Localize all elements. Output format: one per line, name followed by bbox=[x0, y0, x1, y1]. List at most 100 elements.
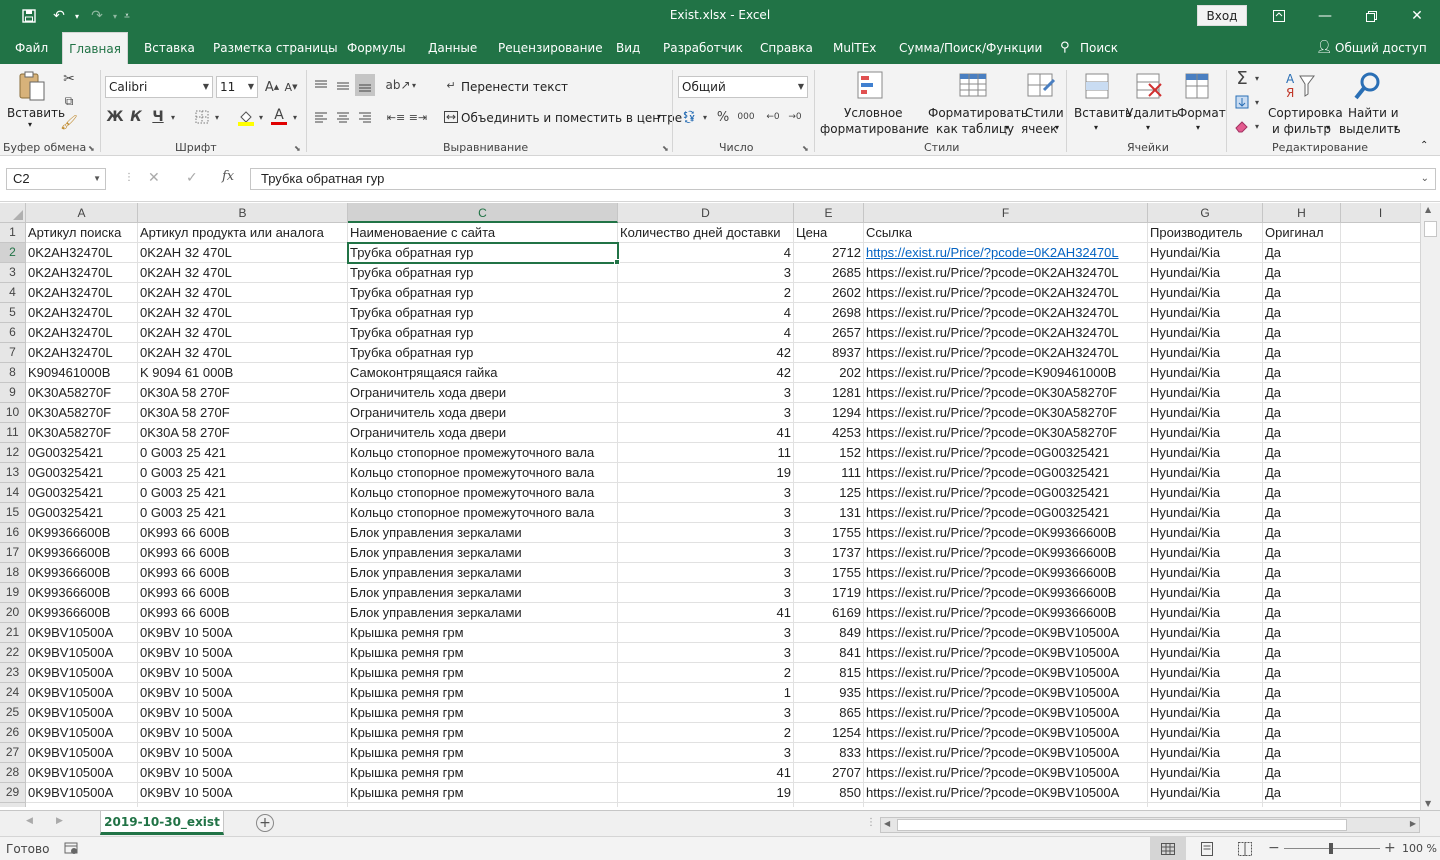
table-cell[interactable]: https://exist.ru/Price/?pcode=0K2AH32470… bbox=[864, 283, 1148, 303]
row-header[interactable]: 9 bbox=[0, 383, 26, 403]
table-cell[interactable]: Hyundai/Kia bbox=[1148, 383, 1263, 403]
align-right-icon[interactable] bbox=[357, 108, 373, 126]
column-header-d[interactable]: D bbox=[618, 203, 794, 223]
increase-font-icon[interactable]: A ▲ bbox=[264, 78, 280, 96]
table-cell[interactable]: Hyundai/Kia bbox=[1148, 683, 1263, 703]
table-cell[interactable]: https://exist.ru/Price/?pcode=0K9BV10500… bbox=[864, 723, 1148, 743]
table-cell[interactable]: 3 bbox=[618, 743, 794, 763]
table-cell[interactable]: Hyundai/Kia bbox=[1148, 743, 1263, 763]
table-cell[interactable]: Да bbox=[1263, 323, 1341, 343]
table-cell[interactable]: Да bbox=[1263, 383, 1341, 403]
table-cell[interactable]: Hyundai/Kia bbox=[1148, 783, 1263, 803]
table-cell[interactable]: https://exist.ru/Price/?pcode=0K9BV10500… bbox=[864, 643, 1148, 663]
table-cell[interactable]: 152 bbox=[794, 443, 864, 463]
tab-review[interactable]: Рецензирование bbox=[498, 32, 603, 64]
table-cell[interactable] bbox=[1341, 343, 1420, 363]
table-cell[interactable]: 0K2AH32470L bbox=[26, 283, 138, 303]
orientation-dropdown-icon[interactable]: ▾ bbox=[409, 76, 419, 94]
table-cell[interactable]: 0K2AH32470L bbox=[26, 243, 138, 263]
tab-insert[interactable]: Вставка bbox=[144, 32, 195, 64]
table-cell[interactable]: Hyundai/Kia bbox=[1148, 243, 1263, 263]
table-cell[interactable]: https://exist.ru/Price/?pcode=0K30A58270… bbox=[864, 423, 1148, 443]
table-cell[interactable]: Hyundai/Kia bbox=[1148, 343, 1263, 363]
table-cell[interactable]: Да bbox=[1263, 423, 1341, 443]
table-cell[interactable]: Крышка ремня грм bbox=[348, 643, 618, 663]
table-cell[interactable]: Hyundai/Kia bbox=[1148, 523, 1263, 543]
table-cell[interactable]: 0G00325421 bbox=[26, 463, 138, 483]
restore-icon[interactable] bbox=[1348, 0, 1394, 32]
table-cell[interactable]: 4 bbox=[618, 323, 794, 343]
table-cell[interactable] bbox=[1341, 743, 1420, 763]
minimize-icon[interactable]: — bbox=[1302, 0, 1348, 32]
macro-record-icon[interactable] bbox=[64, 841, 78, 858]
table-cell[interactable]: https://exist.ru/Price/?pcode=0G00325421 bbox=[864, 443, 1148, 463]
table-cell[interactable]: 0K2AH32470L bbox=[26, 263, 138, 283]
cancel-entry-icon[interactable]: ✕ bbox=[148, 170, 160, 186]
clear-dropdown-icon[interactable]: ▾ bbox=[1252, 116, 1262, 136]
table-cell[interactable]: 41 bbox=[618, 423, 794, 443]
table-cell[interactable]: 0K993 66 600B bbox=[138, 603, 348, 623]
clear-icon[interactable] bbox=[1232, 116, 1252, 136]
table-cell[interactable]: 0K2AH 32 470L bbox=[138, 243, 348, 263]
table-cell[interactable]: Ограничитель хода двери bbox=[348, 383, 618, 403]
table-cell[interactable]: Hyundai/Kia bbox=[1148, 563, 1263, 583]
find-select-icon[interactable] bbox=[1352, 70, 1384, 102]
row-header[interactable]: 15 bbox=[0, 503, 26, 523]
table-cell[interactable]: Hyundai/Kia bbox=[1148, 283, 1263, 303]
table-cell[interactable]: 0K9BV 10 500A bbox=[138, 683, 348, 703]
alignment-launcher-icon[interactable]: ⬊ bbox=[662, 144, 669, 153]
row-header[interactable]: 6 bbox=[0, 323, 26, 343]
table-cell[interactable] bbox=[618, 803, 794, 807]
merge-center-icon[interactable] bbox=[443, 108, 459, 126]
column-header-a[interactable]: A bbox=[26, 203, 138, 223]
table-cell[interactable]: https://exist.ru/Price/?pcode=0K30A58270… bbox=[864, 403, 1148, 423]
table-cell[interactable]: 0G00325421 bbox=[26, 483, 138, 503]
row-header[interactable]: 12 bbox=[0, 443, 26, 463]
chevron-down-icon[interactable]: ▾ bbox=[1055, 123, 1059, 132]
table-cell[interactable]: 2707 bbox=[794, 763, 864, 783]
table-cell[interactable]: Hyundai/Kia bbox=[1148, 263, 1263, 283]
table-cell[interactable]: Hyundai/Kia bbox=[1148, 763, 1263, 783]
increase-indent-icon[interactable]: ≡⇥ bbox=[409, 108, 427, 126]
table-cell[interactable]: K 9094 61 000B bbox=[138, 363, 348, 383]
table-cell[interactable]: 0K9BV 10 500A bbox=[138, 743, 348, 763]
table-cell[interactable]: https://exist.ru/Price/?pcode=0K2AH32470… bbox=[864, 243, 1148, 263]
table-cell[interactable]: 2602 bbox=[794, 283, 864, 303]
person-icon[interactable]: 👤︎ bbox=[1316, 32, 1333, 64]
table-cell[interactable]: 41 bbox=[618, 763, 794, 783]
font-color-icon[interactable]: A bbox=[270, 106, 288, 126]
number-launcher-icon[interactable]: ⬊ bbox=[802, 144, 809, 153]
align-middle-icon[interactable] bbox=[335, 76, 351, 94]
font-size-box[interactable]: 11 ▼ bbox=[216, 76, 258, 98]
confirm-entry-icon[interactable]: ✓ bbox=[186, 170, 198, 186]
delete-cells-icon[interactable] bbox=[1133, 70, 1165, 102]
paste-label[interactable]: Вставить bbox=[7, 106, 65, 120]
number-format-box[interactable]: Общий ▼ bbox=[678, 76, 808, 98]
column-header-f[interactable]: F bbox=[864, 203, 1148, 223]
table-cell[interactable]: 1281 bbox=[794, 383, 864, 403]
table-cell[interactable]: 3 bbox=[618, 623, 794, 643]
table-cell[interactable]: 0K99366600B bbox=[26, 583, 138, 603]
format-table-label-1[interactable]: Форматировать bbox=[928, 106, 1028, 120]
table-cell[interactable]: 8937 bbox=[794, 343, 864, 363]
find-select-label-1[interactable]: Найти и bbox=[1348, 106, 1399, 120]
table-cell[interactable]: 0K2AH32470L bbox=[26, 303, 138, 323]
table-cell[interactable]: Да bbox=[1263, 343, 1341, 363]
tab-home[interactable]: Главная bbox=[62, 32, 128, 64]
align-left-icon[interactable] bbox=[313, 108, 329, 126]
sort-filter-label-1[interactable]: Сортировка bbox=[1268, 106, 1343, 120]
signin-button[interactable]: Вход bbox=[1197, 5, 1247, 26]
tab-help[interactable]: Справка bbox=[760, 32, 813, 64]
table-cell[interactable]: 111 bbox=[794, 463, 864, 483]
table-cell[interactable] bbox=[1341, 483, 1420, 503]
table-cell[interactable]: Да bbox=[1263, 523, 1341, 543]
row-header[interactable]: 10 bbox=[0, 403, 26, 423]
table-cell[interactable]: Крышка ремня грм bbox=[348, 683, 618, 703]
tab-page-layout[interactable]: Разметка страницы bbox=[213, 32, 338, 64]
table-cell[interactable]: https://exist.ru/Price/?pcode=0K9BV10500… bbox=[864, 683, 1148, 703]
row-header[interactable]: 30 bbox=[0, 803, 26, 807]
table-cell[interactable]: Да bbox=[1263, 623, 1341, 643]
table-cell[interactable]: 1737 bbox=[794, 543, 864, 563]
table-cell[interactable]: Да bbox=[1263, 563, 1341, 583]
table-cell[interactable]: 19 bbox=[618, 463, 794, 483]
